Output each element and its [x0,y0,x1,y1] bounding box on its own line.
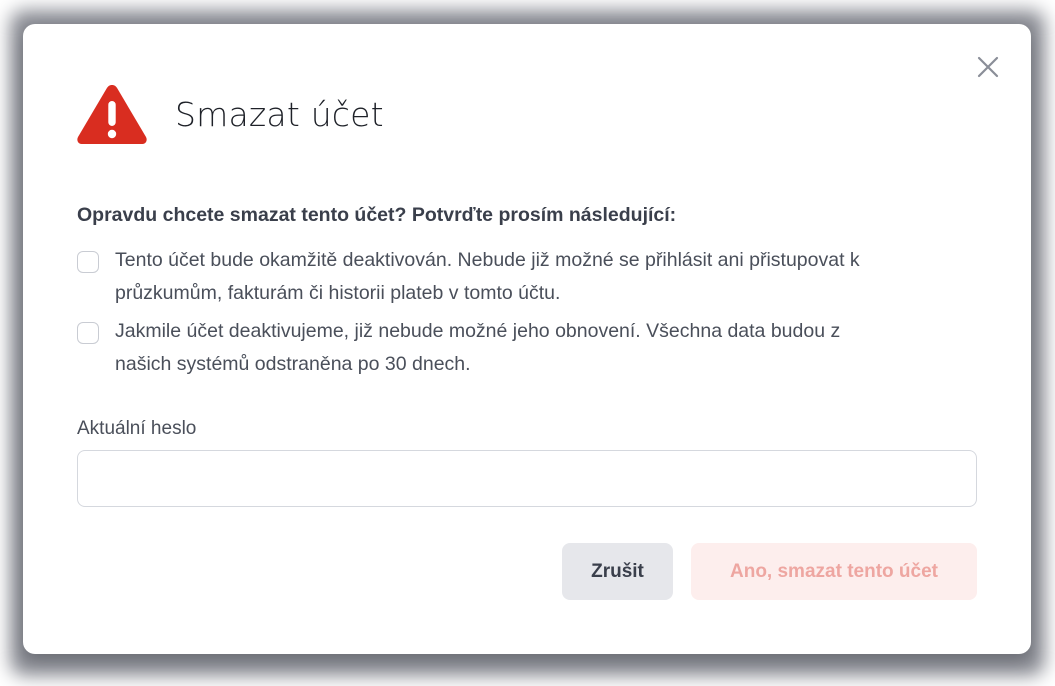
password-input[interactable] [77,450,977,507]
close-icon[interactable] [977,56,999,78]
confirmation-label-2-line1: Jakmile účet deaktivujeme, již nebude mo… [115,320,841,342]
confirmation-label-2-line2: našich systémů odstraněna po 30 dnech. [115,353,471,375]
confirmation-label-2[interactable]: Jakmile účet deaktivujeme, již nebude mo… [115,315,840,381]
confirmation-question: Opravdu chcete smazat tento účet? Potvrď… [77,204,677,226]
password-label: Aktuální heslo [77,418,197,439]
confirmation-checkbox-1[interactable] [77,251,99,273]
close-button[interactable] [973,52,1003,82]
warning-triangle-icon [77,85,147,144]
delete-account-dialog: Smazat účet Opravdu chcete smazat tento … [23,24,1031,654]
confirm-delete-button[interactable]: Ano, smazat tento účet [691,543,977,600]
confirmation-item: Tento účet bude okamžitě deaktivován. Ne… [77,248,977,310]
confirmation-checkbox-2[interactable] [77,322,99,344]
dialog-header: Smazat účet [75,82,384,146]
confirmation-item: Jakmile účet deaktivujeme, již nebude mo… [77,319,977,381]
dialog-title: Smazat účet [175,94,384,134]
confirmation-label-1-line1: Tento účet bude okamžitě deaktivován. Ne… [115,249,860,271]
cancel-button[interactable]: Zrušit [562,543,673,600]
confirmation-label-1-line2: průzkumům, fakturám či historii plateb v… [115,282,561,304]
confirmation-label-1[interactable]: Tento účet bude okamžitě deaktivován. Ne… [115,244,860,310]
